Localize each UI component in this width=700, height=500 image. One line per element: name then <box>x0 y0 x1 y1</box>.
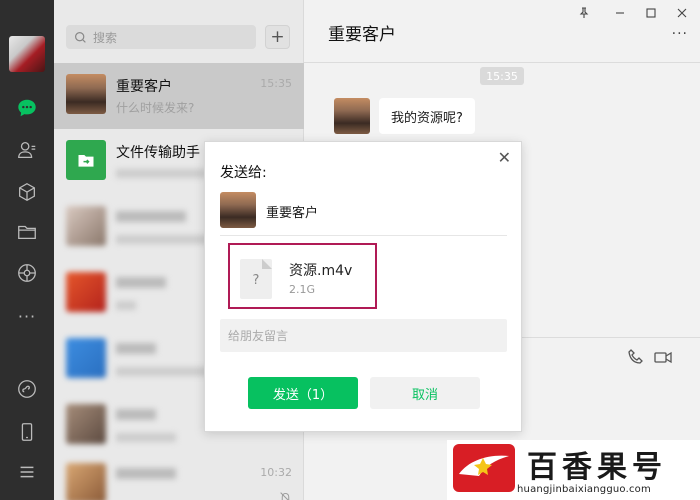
chat-name: 重要客户 <box>116 79 172 95</box>
recipient-name: 重要客户 <box>266 206 319 221</box>
chat-list-item[interactable]: 10:32 <box>54 452 304 500</box>
chat-name <box>116 277 166 288</box>
voice-call-icon[interactable] <box>626 347 646 367</box>
avatar <box>66 74 106 114</box>
avatar <box>66 404 106 444</box>
chat-preview <box>116 433 176 442</box>
chat-preview <box>116 367 216 376</box>
send-button[interactable]: 发送（1） <box>248 377 358 409</box>
chat-preview <box>116 301 136 310</box>
chat-name <box>116 468 176 479</box>
conversation-title: 重要客户 <box>328 25 396 45</box>
mute-bell-icon <box>280 492 290 500</box>
moments-icon[interactable] <box>15 261 39 285</box>
pin-icon[interactable] <box>574 5 594 21</box>
close-window-button[interactable] <box>672 5 692 21</box>
add-button[interactable]: + <box>265 25 290 49</box>
chat-preview <box>116 169 206 178</box>
avatar <box>66 463 106 500</box>
file-icon-glyph: ? <box>252 273 260 288</box>
video-call-icon[interactable] <box>653 347 673 367</box>
cancel-button[interactable]: 取消 <box>370 377 480 409</box>
file-name: 资源.m4v <box>289 263 353 279</box>
cube-icon[interactable] <box>15 180 39 204</box>
sender-avatar[interactable] <box>334 98 370 134</box>
dialog-divider <box>220 235 507 236</box>
header-divider <box>304 62 700 63</box>
contacts-icon[interactable] <box>15 138 39 162</box>
message-placeholder: 给朋友留言 <box>228 329 289 343</box>
message-input[interactable]: 给朋友留言 <box>220 319 507 352</box>
send-file-dialog: ✕ 发送给: 重要客户 ? 资源.m4v 2.1G 给朋友留言 发送（1） 取消 <box>204 141 522 432</box>
avatar <box>66 206 106 246</box>
nav-rail: ··· <box>0 0 54 500</box>
phone-icon[interactable] <box>15 420 39 444</box>
chat-time: 10:32 <box>260 466 292 479</box>
recipient-avatar <box>220 192 256 228</box>
brand-name: 百香果号 <box>527 450 667 485</box>
search-input[interactable]: 搜索 <box>66 25 256 49</box>
message-bubble[interactable]: 我的资源呢? <box>379 98 475 134</box>
menu-icon[interactable] <box>15 460 39 484</box>
minimize-button[interactable] <box>610 5 630 21</box>
chat-name: 文件传输助手 <box>116 145 200 161</box>
avatar <box>66 272 106 312</box>
avatar <box>66 338 106 378</box>
file-attachment[interactable]: ? 资源.m4v 2.1G <box>228 243 377 309</box>
search-placeholder: 搜索 <box>93 30 118 45</box>
user-avatar[interactable] <box>9 36 45 72</box>
folder-icon[interactable] <box>15 220 39 244</box>
more-dots-icon[interactable]: ··· <box>15 304 39 328</box>
chat-icon[interactable] <box>15 96 39 120</box>
chat-time: 15:35 <box>260 77 292 90</box>
send-to-label: 发送给: <box>220 165 267 181</box>
file-icon: ? <box>240 259 272 299</box>
watermark: 百香果号 huangjinbaixiangguo.com <box>447 440 700 500</box>
chat-list-item[interactable]: 重要客户 什么时候发来? 15:35 <box>54 63 304 129</box>
brand-url: huangjinbaixiangguo.com <box>517 484 651 495</box>
message-timestamp: 15:35 <box>480 67 524 85</box>
close-icon[interactable]: ✕ <box>498 148 511 167</box>
file-size: 2.1G <box>289 283 316 296</box>
brand-logo-icon <box>453 444 515 492</box>
mini-program-icon[interactable] <box>15 377 39 401</box>
search-icon <box>75 31 86 43</box>
maximize-button[interactable] <box>641 5 661 21</box>
chat-name <box>116 211 186 222</box>
chat-name <box>116 409 156 420</box>
file-transfer-icon <box>66 140 106 180</box>
chat-preview: 什么时候发来? <box>116 101 195 115</box>
more-options-icon[interactable]: ··· <box>672 26 688 42</box>
chat-name <box>116 343 156 354</box>
